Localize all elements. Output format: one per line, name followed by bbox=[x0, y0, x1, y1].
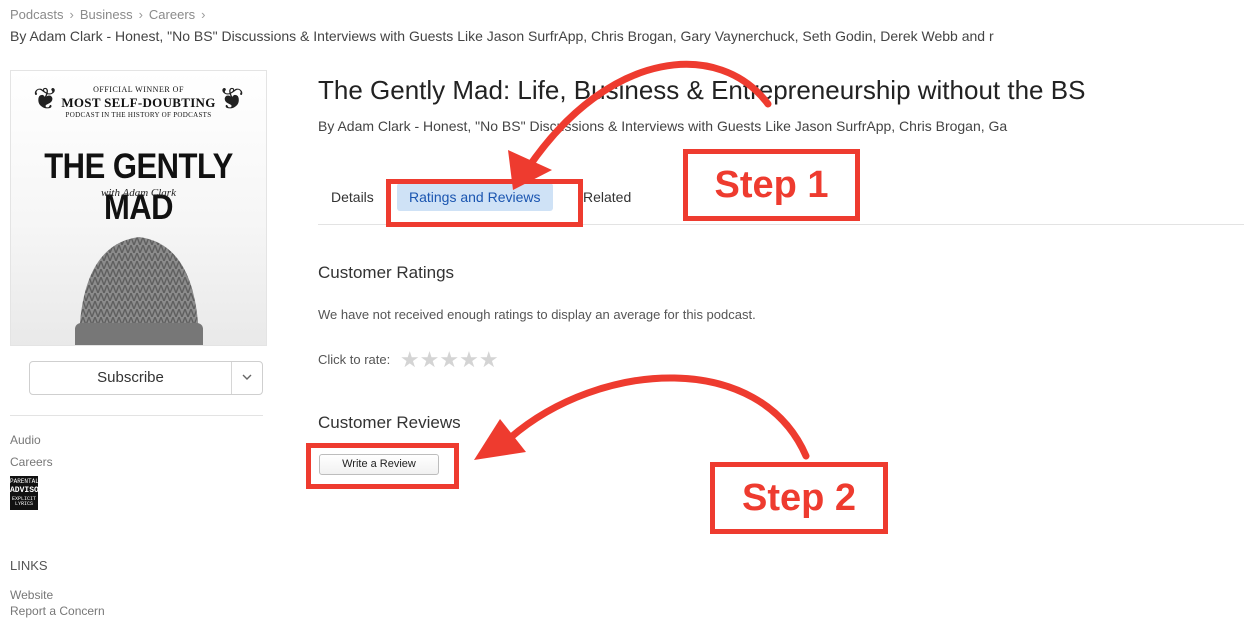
step2-arrowhead-icon bbox=[474, 419, 526, 460]
step2-arrow bbox=[506, 374, 810, 460]
step1-arrow bbox=[524, 60, 772, 172]
step1-arrowhead-icon bbox=[508, 150, 552, 190]
annotation-arrows bbox=[474, 60, 810, 460]
